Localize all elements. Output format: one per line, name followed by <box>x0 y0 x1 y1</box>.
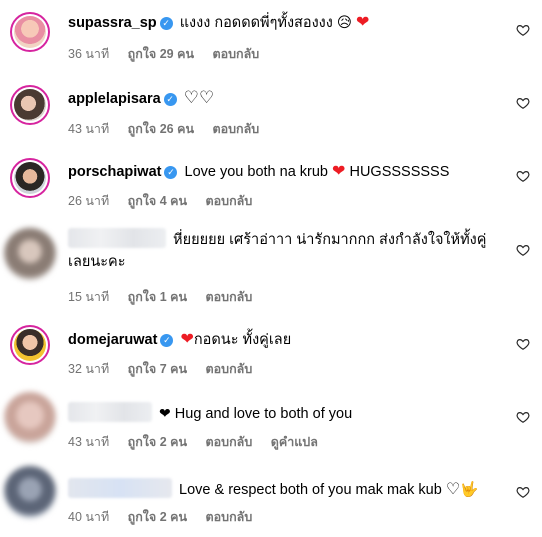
heart-outline-icon[interactable] <box>516 337 530 351</box>
heart-outline-icon[interactable] <box>516 96 530 110</box>
translate-button[interactable]: ดูคำแปล <box>271 435 318 449</box>
verified-badge-icon: ✓ <box>163 93 177 106</box>
hidden-username[interactable] <box>68 228 166 248</box>
comment-text: Love & respect both of you mak mak kub <box>179 482 442 498</box>
comment-meta: 40 นาที ถูกใจ 2 คน ตอบกลับ <box>68 507 267 527</box>
avatar[interactable] <box>10 12 50 52</box>
comment-text: กอดนะ ทั้งคู่เลย <box>193 332 292 348</box>
avatar[interactable] <box>10 325 50 365</box>
reply-button[interactable]: ตอบกลับ <box>206 435 253 449</box>
black-heart-emoji: ❤ <box>159 405 171 421</box>
avatar[interactable] <box>10 158 50 198</box>
comment-time: 36 นาที <box>68 47 110 61</box>
comment-time: 26 นาที <box>68 194 110 208</box>
reply-button[interactable]: ตอบกลับ <box>206 510 253 524</box>
likes-count[interactable]: ถูกใจ 1 คน <box>128 290 187 304</box>
comment-meta: 26 นาที ถูกใจ 4 คน ตอบกลับ <box>68 191 267 211</box>
verified-badge-icon: ✓ <box>159 17 173 30</box>
avatar[interactable] <box>4 392 56 444</box>
comment-time: 40 นาที <box>68 510 110 524</box>
username[interactable]: applelapisara <box>68 91 161 107</box>
heart-outline-icon[interactable] <box>516 410 530 424</box>
likes-count[interactable]: ถูกใจ 7 คน <box>128 362 187 376</box>
verified-badge-icon: ✓ <box>160 334 174 347</box>
hidden-username[interactable] <box>68 478 172 498</box>
reply-button[interactable]: ตอบกลับ <box>206 362 253 376</box>
heart-outline-icon[interactable] <box>516 485 530 499</box>
love-you-hand-emoji: 🤟 <box>460 482 479 498</box>
likes-count[interactable]: ถูกใจ 26 คน <box>128 122 194 136</box>
red-heart-emoji: ❤ <box>356 14 370 31</box>
comment-text: Love you both na krub <box>184 164 329 180</box>
reply-button[interactable]: ตอบกลับ <box>212 122 259 136</box>
reply-button[interactable]: ตอบกลับ <box>212 47 259 61</box>
reply-button[interactable]: ตอบกลับ <box>206 290 253 304</box>
verified-badge-icon: ✓ <box>164 166 178 179</box>
comment-time: 15 นาที <box>68 290 110 304</box>
likes-count[interactable]: ถูกใจ 2 คน <box>128 435 187 449</box>
white-hearts-emoji: ♡♡ <box>183 88 215 107</box>
comment-meta: 15 นาที ถูกใจ 1 คน ตอบกลับ <box>68 287 267 307</box>
heart-outline-icon[interactable] <box>516 169 530 183</box>
comment-time: 43 นาที <box>68 122 110 136</box>
red-heart-emoji: ❤ <box>180 331 194 348</box>
comment-meta: 32 นาที ถูกใจ 7 คน ตอบกลับ <box>68 359 267 379</box>
reply-button[interactable]: ตอบกลับ <box>206 194 253 208</box>
comment-time: 32 นาที <box>68 362 110 376</box>
red-heart-emoji: ❤ <box>332 163 346 180</box>
avatar[interactable] <box>10 85 50 125</box>
comment-time: 43 นาที <box>68 435 110 449</box>
white-heart-emoji: ♡ <box>445 481 461 498</box>
comment-meta: 36 นาที ถูกใจ 29 คน ตอบกลับ <box>68 44 274 64</box>
comment-meta: 43 นาที ถูกใจ 26 คน ตอบกลับ <box>68 119 274 139</box>
comment-text-2: HUGSSSSSSS <box>349 164 450 180</box>
comment-meta: 43 นาที ถูกใจ 2 คน ตอบกลับ ดูคำแปล <box>68 432 333 452</box>
comment-text: Hug and love to both of you <box>174 406 353 422</box>
likes-count[interactable]: ถูกใจ 4 คน <box>128 194 187 208</box>
avatar[interactable] <box>4 228 56 280</box>
likes-count[interactable]: ถูกใจ 2 คน <box>128 510 187 524</box>
username[interactable]: domejaruwat <box>68 332 157 348</box>
heart-outline-icon[interactable] <box>516 23 530 37</box>
sad-face-emoji: 😥 <box>336 15 352 31</box>
comments-list: supassra_sp ✓ แงงง กอดดดพี่ๆทั้งสองงง 😥 ❤… <box>0 0 542 537</box>
username[interactable]: supassra_sp <box>68 15 157 31</box>
heart-outline-icon[interactable] <box>516 243 530 257</box>
likes-count[interactable]: ถูกใจ 29 คน <box>128 47 194 61</box>
username[interactable]: porschapiwat <box>68 164 161 180</box>
comment-text: แงงง กอดดดพี่ๆทั้งสองงง <box>179 15 333 31</box>
hidden-username[interactable] <box>68 402 152 422</box>
avatar[interactable] <box>4 466 56 518</box>
